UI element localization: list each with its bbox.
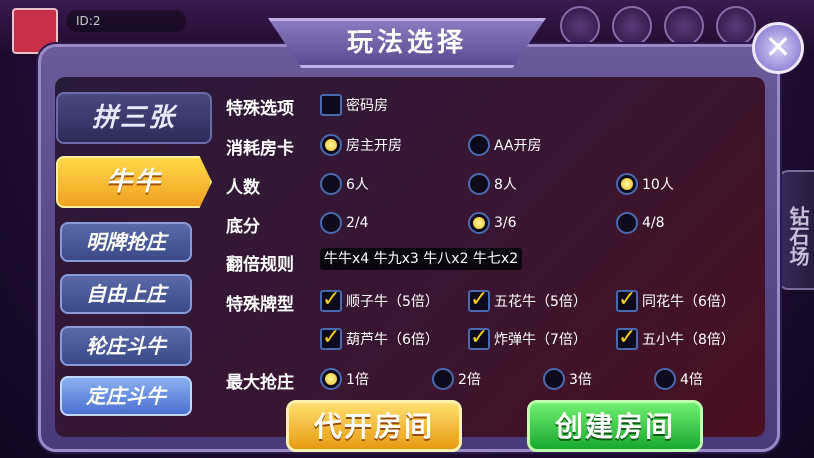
- option-label: 同花牛（6倍）: [642, 294, 735, 310]
- option-aa-pays[interactable]: AA开房: [468, 134, 542, 156]
- checkbox-tonghua-niu[interactable]: ✓: [616, 289, 638, 312]
- option-host-pays[interactable]: 房主开房: [320, 134, 402, 156]
- option-grab-4x[interactable]: 4倍: [654, 368, 703, 390]
- checkbox-password-room[interactable]: [320, 94, 342, 116]
- option-label: 葫芦牛（6倍）: [346, 332, 439, 348]
- option-hulu-niu[interactable]: ✓ 葫芦牛（6倍）: [320, 327, 439, 350]
- subtab-mingpai-qiangzhuang[interactable]: 明牌抢庄: [60, 222, 192, 262]
- user-id-label: ID:2: [66, 10, 186, 32]
- radio-grab-3x[interactable]: [543, 368, 565, 390]
- option-label: 3倍: [569, 372, 592, 388]
- radio-aa-pays[interactable]: [468, 134, 490, 156]
- option-grab-2x[interactable]: 2倍: [432, 368, 481, 390]
- gift-icon[interactable]: [664, 6, 704, 46]
- radio-grab-1x[interactable]: [320, 368, 342, 390]
- list-icon[interactable]: [612, 6, 652, 46]
- option-label: 房主开房: [346, 138, 402, 154]
- close-button[interactable]: ✕: [752, 22, 804, 74]
- settings-icon[interactable]: [716, 6, 756, 46]
- radio-grab-2x[interactable]: [432, 368, 454, 390]
- option-label: 4倍: [680, 372, 703, 388]
- option-label: 1倍: [346, 372, 369, 388]
- option-grab-1x[interactable]: 1倍: [320, 368, 369, 390]
- option-8-players[interactable]: 8人: [468, 173, 517, 195]
- menu-icon[interactable]: [560, 6, 600, 46]
- option-wuxiao-niu[interactable]: ✓ 五小牛（8倍）: [616, 327, 735, 350]
- option-zhadan-niu[interactable]: ✓ 炸弹牛（7倍）: [468, 327, 587, 350]
- option-label: 3/6: [494, 215, 517, 231]
- tab-pinsanzhang[interactable]: 拼三张: [56, 92, 212, 144]
- label-special-cards: 特殊牌型: [226, 295, 294, 315]
- option-base-4-8[interactable]: 4/8: [616, 212, 665, 234]
- option-base-3-6[interactable]: 3/6: [468, 212, 517, 234]
- option-label: 密码房: [346, 98, 388, 114]
- option-10-players[interactable]: 10人: [616, 173, 674, 195]
- option-shunzi-niu[interactable]: ✓ 顺子牛（5倍）: [320, 289, 439, 312]
- radio-host-pays[interactable]: [320, 134, 342, 156]
- option-password-room[interactable]: 密码房: [320, 94, 388, 116]
- label-max-grab: 最大抢庄: [226, 373, 294, 393]
- radio-8-players[interactable]: [468, 173, 490, 195]
- multiplier-rule-value: 牛牛x4 牛九x3 牛八x2 牛七x2: [320, 248, 523, 270]
- option-label: 五花牛（5倍）: [494, 294, 587, 310]
- checkbox-wuhua-niu[interactable]: ✓: [468, 289, 490, 312]
- subtab-lunzhuang-douniu[interactable]: 轮庄斗牛: [60, 326, 192, 366]
- checkbox-shunzi-niu[interactable]: ✓: [320, 289, 342, 312]
- option-label: 五小牛（8倍）: [642, 332, 735, 348]
- option-label: 10人: [642, 177, 674, 193]
- proxy-open-room-button[interactable]: 代开房间: [286, 400, 462, 452]
- radio-base-2-4[interactable]: [320, 212, 342, 234]
- radio-grab-4x[interactable]: [654, 368, 676, 390]
- option-grab-3x[interactable]: 3倍: [543, 368, 592, 390]
- radio-base-3-6[interactable]: [468, 212, 490, 234]
- option-6-players[interactable]: 6人: [320, 173, 369, 195]
- create-room-button[interactable]: 创建房间: [527, 400, 703, 452]
- diamond-room-tab[interactable]: 钻石场: [778, 170, 814, 290]
- subtab-ziyou-shangzhuang[interactable]: 自由上庄: [60, 274, 192, 314]
- option-wuhua-niu[interactable]: ✓ 五花牛（5倍）: [468, 289, 587, 312]
- checkbox-wuxiao-niu[interactable]: ✓: [616, 327, 638, 350]
- tab-niuniu[interactable]: 牛牛: [56, 156, 212, 208]
- label-player-count: 人数: [226, 178, 260, 198]
- option-base-2-4[interactable]: 2/4: [320, 212, 369, 234]
- radio-10-players[interactable]: [616, 173, 638, 195]
- label-special-options: 特殊选项: [226, 99, 294, 119]
- option-label: 2/4: [346, 215, 369, 231]
- option-tonghua-niu[interactable]: ✓ 同花牛（6倍）: [616, 289, 735, 312]
- label-room-card-cost: 消耗房卡: [226, 139, 294, 159]
- checkbox-hulu-niu[interactable]: ✓: [320, 327, 342, 350]
- checkbox-zhadan-niu[interactable]: ✓: [468, 327, 490, 350]
- dialog-title: 玩法选择: [268, 18, 546, 68]
- label-multiplier-rule: 翻倍规则: [226, 255, 294, 275]
- radio-6-players[interactable]: [320, 173, 342, 195]
- option-label: 4/8: [642, 215, 665, 231]
- option-label: 2倍: [458, 372, 481, 388]
- option-label: 炸弹牛（7倍）: [494, 332, 587, 348]
- option-label: AA开房: [494, 138, 542, 154]
- radio-base-4-8[interactable]: [616, 212, 638, 234]
- option-label: 顺子牛（5倍）: [346, 294, 439, 310]
- option-label: 8人: [494, 177, 517, 193]
- label-base-score: 底分: [226, 217, 260, 237]
- subtab-dingzhuang-douniu[interactable]: 定庄斗牛: [60, 376, 192, 416]
- option-label: 6人: [346, 177, 369, 193]
